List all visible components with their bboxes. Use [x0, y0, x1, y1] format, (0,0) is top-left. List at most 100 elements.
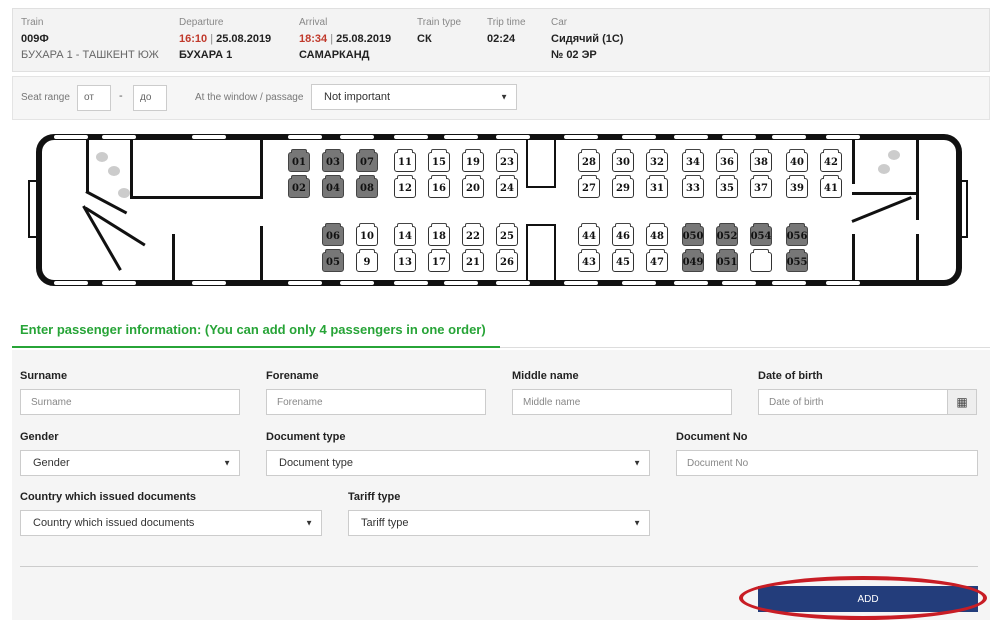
car-window: [192, 135, 226, 139]
seat-39[interactable]: 39: [786, 175, 808, 198]
seat-35[interactable]: 35: [716, 175, 738, 198]
car-window: [288, 281, 322, 285]
tariff-select[interactable]: Tariff type ▼: [348, 510, 650, 536]
seat-17[interactable]: 17: [428, 249, 450, 272]
seat-38[interactable]: 38: [750, 149, 772, 172]
seat-37[interactable]: 37: [750, 175, 772, 198]
seat-34[interactable]: 34: [682, 149, 704, 172]
car-type: Сидячий (1С): [551, 33, 624, 45]
car-window: [622, 281, 656, 285]
train-type-column: Train type СК: [417, 15, 461, 47]
seat-48[interactable]: 48: [646, 223, 668, 246]
trip-time-column: Trip time 02:24: [487, 15, 526, 47]
seat-11[interactable]: 11: [394, 149, 416, 172]
toilet-icon: [96, 152, 108, 162]
seat-24[interactable]: 24: [496, 175, 518, 198]
seat-050: 050: [682, 223, 704, 246]
left-service-divider: [260, 140, 263, 199]
car-column: Car Сидячий (1С) № 02 ЭР: [551, 15, 623, 63]
seat-15[interactable]: 15: [428, 149, 450, 172]
seat-45[interactable]: 45: [612, 249, 634, 272]
seat-40[interactable]: 40: [786, 149, 808, 172]
seat-05: 05: [322, 249, 344, 272]
left-service-wall: [130, 140, 133, 198]
seat-33[interactable]: 33: [682, 175, 704, 198]
seat-32[interactable]: 32: [646, 149, 668, 172]
seat-054: 054: [750, 223, 772, 246]
middle-vestibule-top: [526, 140, 556, 188]
seat-blank[interactable]: [750, 249, 772, 272]
seat-44[interactable]: 44: [578, 223, 600, 246]
seat-30[interactable]: 30: [612, 149, 634, 172]
passenger-section-title: Enter passenger information: (You can ad…: [20, 322, 486, 337]
country-select[interactable]: Country which issued documents ▼: [20, 510, 322, 536]
arrival-date: 25.08.2019: [336, 33, 392, 45]
right-wall-top: [852, 140, 855, 184]
forename-input[interactable]: Forename: [266, 389, 486, 415]
left-lower-divider: [260, 226, 263, 280]
right-door-swing: [851, 196, 912, 223]
seat-22[interactable]: 22: [462, 223, 484, 246]
car-window: [772, 135, 806, 139]
seat-19[interactable]: 19: [462, 149, 484, 172]
car-window: [340, 135, 374, 139]
trip-time-value: 02:24: [487, 33, 516, 45]
car-window: [826, 135, 860, 139]
doc-type-select[interactable]: Document type ▼: [266, 450, 650, 476]
seat-36[interactable]: 36: [716, 149, 738, 172]
seat-42[interactable]: 42: [820, 149, 842, 172]
window-passage-value: Not important: [324, 91, 391, 103]
sink-icon: [878, 164, 890, 174]
seat-29[interactable]: 29: [612, 175, 634, 198]
seat-range-to-input[interactable]: до: [133, 85, 167, 111]
seat-049: 049: [682, 249, 704, 272]
seat-9[interactable]: 9: [356, 249, 378, 272]
seat-25[interactable]: 25: [496, 223, 518, 246]
seat-12[interactable]: 12: [394, 175, 416, 198]
trip-time-label: Trip time: [487, 17, 526, 28]
seat-46[interactable]: 46: [612, 223, 634, 246]
highlight-circle: [739, 576, 987, 620]
car-seat-map: 01 02 03 04 07 08 11 12 15 16 19 20 23 24 28 27 30 29 32 31…: [26, 126, 972, 294]
seat-14[interactable]: 14: [394, 223, 416, 246]
car-window: [826, 281, 860, 285]
seat-range-from-input[interactable]: от: [77, 85, 111, 111]
middle-name-input[interactable]: Middle name: [512, 389, 732, 415]
seat-41[interactable]: 41: [820, 175, 842, 198]
surname-label: Surname: [20, 370, 68, 382]
seat-16[interactable]: 16: [428, 175, 450, 198]
seat-051: 051: [716, 249, 738, 272]
bin-icon: [118, 188, 130, 198]
seat-43[interactable]: 43: [578, 249, 600, 272]
surname-input[interactable]: Surname: [20, 389, 240, 415]
seat-02: 02: [288, 175, 310, 198]
calendar-icon: ▦: [956, 395, 968, 409]
departure-column: Departure 16:10 | 25.08.2019 БУХАРА 1: [179, 17, 272, 61]
gender-select[interactable]: Gender ▼: [20, 450, 240, 476]
toilet-icon: [888, 150, 900, 160]
doc-no-input[interactable]: Document No: [676, 450, 978, 476]
seat-26[interactable]: 26: [496, 249, 518, 272]
seat-06: 06: [322, 223, 344, 246]
seat-27[interactable]: 27: [578, 175, 600, 198]
departure-time: 16:10: [179, 33, 208, 45]
car-window: [394, 135, 428, 139]
seat-21[interactable]: 21: [462, 249, 484, 272]
train-info-bar: Train 009Ф БУХАРА 1 - ТАШКЕНТ ЮЖ Departu…: [12, 8, 990, 72]
calendar-button[interactable]: ▦: [947, 389, 977, 415]
window-passage-select[interactable]: Not important ▼: [311, 84, 517, 110]
seat-10[interactable]: 10: [356, 223, 378, 246]
chevron-down-icon: ▼: [305, 518, 313, 528]
seat-47[interactable]: 47: [646, 249, 668, 272]
seat-18[interactable]: 18: [428, 223, 450, 246]
country-value: Country which issued documents: [33, 517, 195, 529]
seat-23[interactable]: 23: [496, 149, 518, 172]
seat-31[interactable]: 31: [646, 175, 668, 198]
dob-input[interactable]: Date of birth: [758, 389, 948, 415]
doc-type-value: Document type: [279, 457, 353, 469]
seat-20[interactable]: 20: [462, 175, 484, 198]
seat-28[interactable]: 28: [578, 149, 600, 172]
seat-filter-bar: Seat range от - до At the window / passa…: [12, 76, 990, 120]
train-type-value: СК: [417, 33, 432, 45]
seat-13[interactable]: 13: [394, 249, 416, 272]
